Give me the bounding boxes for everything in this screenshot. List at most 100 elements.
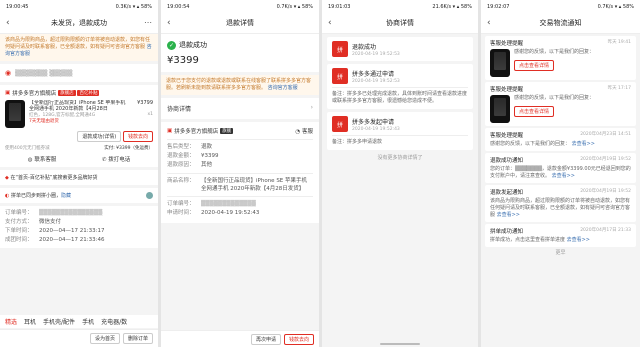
more-icon[interactable]: ⋯	[144, 18, 152, 27]
notification-card[interactable]: 退款发起通知 2020年04月19日 19:52 该商品为限购商品，超过限购限额的…	[485, 185, 636, 222]
info-value: 其他	[201, 162, 213, 168]
refund-status: 退款成功	[179, 41, 207, 49]
notification-time: 2020年04月23日 14:51	[580, 132, 631, 137]
notice-link[interactable]: 咨询官方客服	[268, 85, 298, 91]
notification-desc: 感谢您的反馈，以下是我们的回复：	[490, 141, 571, 147]
phone-icon: ✆	[101, 157, 107, 163]
refund-detail-button[interactable]: 退款成功(详情)	[77, 131, 122, 142]
view-detail-button[interactable]: 点击查看详情	[514, 60, 555, 71]
hide-link[interactable]: 隐藏	[61, 193, 71, 199]
order-time-label: 下单时间：	[5, 228, 33, 234]
category-tab[interactable]: 手机壳/配件	[43, 317, 75, 326]
notification-card[interactable]: 客服处理提醒 昨天 19:41 感谢您的反馈，以下是我们的回复： 点击查看详情	[485, 36, 636, 80]
back-icon[interactable]: ‹	[167, 18, 171, 28]
shop-icon: ▣	[167, 128, 173, 134]
order-actions: 设为首页 删除订单	[0, 329, 158, 347]
goods-label: 商品名称：	[167, 178, 195, 184]
item-note: 备注：拼多多申请退款	[332, 139, 383, 145]
item-title: 拼多多发起申请	[352, 118, 395, 126]
item-title: 退款成功	[352, 43, 377, 51]
view-link[interactable]: 去查看>>	[497, 212, 520, 218]
pdd-logo: 拼	[332, 116, 348, 132]
more-text: 更早	[555, 250, 566, 256]
contact-service-button[interactable]: ◍ 联系客服	[28, 155, 57, 163]
item-time: 2020-04-19 19:52:53	[352, 78, 400, 84]
product-title[interactable]: 【全新国行正品现货】iPhone SE 苹果手机 全网通手机 2020年新款【4…	[29, 100, 129, 112]
call-button[interactable]: ✆ 拨打电话	[102, 155, 130, 163]
call-label: 拨打电话	[108, 157, 131, 163]
notification-card[interactable]: 客服处理提醒 昨天 17:17 感谢您的反馈，以下是我们的回复： 点击查看详情	[485, 82, 636, 126]
delete-order-button[interactable]: 删除订单	[122, 333, 153, 344]
back-icon[interactable]: ‹	[6, 18, 10, 28]
shop-tag: 旗舰	[220, 128, 234, 134]
contact-label: 联系客服	[34, 157, 57, 163]
service-button[interactable]: ◔ 客服	[295, 127, 313, 135]
negotiation-row[interactable]: 协商详情 ›	[161, 98, 319, 119]
category-tab[interactable]: 充电器/数	[101, 317, 127, 326]
product-thumbnail[interactable]	[5, 100, 25, 128]
notification-desc: 感谢您的反馈，以下是我们的回复：	[514, 95, 595, 101]
product-price: ¥3799	[137, 100, 153, 106]
category-tab[interactable]: 精选	[5, 317, 17, 326]
goods-value: 【全新国行正品现货】iPhone SE 苹果手机 全网通手机 2020年新款【4…	[201, 178, 308, 192]
view-link[interactable]: 去查看>>	[552, 173, 575, 179]
back-icon[interactable]: ‹	[328, 18, 332, 28]
status-time: 19:00:54	[167, 3, 190, 10]
info-label: 退款原因：	[167, 162, 195, 168]
reapply-button[interactable]: 再次申请	[250, 333, 281, 345]
view-detail-button[interactable]: 点击查看详情	[514, 106, 555, 117]
pdd-logo: 拼	[332, 68, 348, 84]
refund-amount: ¥3399	[167, 55, 199, 66]
negotiation-item: 拼退款成功 2020-04-19 19:52:53	[327, 37, 473, 61]
view-link[interactable]: 去查看>>	[567, 237, 590, 243]
paid-amount: 实付: ¥3399（免运费）	[104, 146, 153, 151]
negotiation-item: 拼拼多多发起申请 2020-04-19 19:52:43 备注：拼多多申请退款	[327, 112, 473, 150]
category-tab[interactable]: 手机	[82, 317, 94, 326]
notification-card[interactable]: 客服处理提醒 2020年04月23日 14:51 感谢您的反馈，以下是我们的回复：…	[485, 128, 636, 151]
notification-title: 客服处理提醒	[490, 41, 524, 47]
status-bar: 19:00:45 0.3K/s ▾ ▴ 58%	[0, 0, 158, 13]
back-icon[interactable]: ‹	[487, 18, 491, 28]
notification-title: 退款发起通知	[490, 190, 524, 196]
discount-text: 使用400元无门槛券减	[5, 146, 50, 151]
notification-time: 昨天 17:17	[607, 86, 631, 91]
status-indicators: 0.7K/s ▾ ▴ 58%	[276, 3, 313, 10]
category-tab[interactable]: 耳机	[24, 317, 36, 326]
shop-name[interactable]: 拼多多官方旗舰店	[174, 127, 218, 135]
headset-icon: ◔	[295, 129, 301, 135]
set-home-button[interactable]: 设为首页	[89, 333, 120, 344]
apply-time-label: 申请时间：	[167, 210, 195, 216]
money-flow-button[interactable]: 钱款去向	[122, 131, 153, 142]
notification-card[interactable]: 退款成功通知 2020年04月19日 19:52 您的订单：▒▒▒▒▒▒▒，退款金…	[485, 153, 636, 183]
order-no-label: 订单编号：	[5, 210, 33, 216]
promo-icon: ◆	[5, 175, 9, 181]
shop-name[interactable]: 拼多多官方旗舰店	[12, 89, 56, 97]
nav-bar: ‹ 未发货，退款成功 ⋯	[0, 13, 158, 34]
notification-card[interactable]: 拼单成功通知 2020年04月17日 21:33 拼单成功，点击这里查看拼单进度 …	[485, 224, 636, 247]
order-info: 订单编号： ▒▒▒▒▒▒▒▒▒▒▒▒▒▒▒ 支付方式： 微信支付 下单时间： 2020…	[0, 206, 158, 248]
product-qty: x1	[147, 112, 153, 117]
negotiation-panel: 19:01:03 21.6K/s ▾ ▴ 58% ‹ 协商详情 拼退款成功 2020…	[322, 0, 478, 347]
page-title: 协商详情	[386, 19, 414, 27]
return-badge: 7天无理由退货	[29, 119, 59, 124]
status-bar: 19:02:07 0.7K/s ▾ ▴ 58%	[481, 0, 640, 13]
nav-bar: ‹ 交易物流通知	[481, 13, 640, 34]
friends-card: ◐ 拼单已同步到拼小圈，隐藏	[0, 188, 158, 203]
notification-desc: 感谢您的反馈，以下是我们的回复：	[514, 49, 595, 55]
status-bar: 19:00:54 0.7K/s ▾ ▴ 58%	[161, 0, 319, 13]
info-label: 售后类型：	[167, 144, 195, 150]
item-note: 备注：拼多多已处理完成退款，具体到账时间请查看退款进度或联系拼多多官方客服，很遗…	[332, 91, 468, 104]
info-label: 退款金额：	[167, 153, 195, 159]
group-time-label: 成团时间：	[5, 237, 33, 243]
nav-bar: ‹ 协商详情	[322, 13, 478, 34]
view-link[interactable]: 去查看>>	[572, 141, 595, 147]
category-bar: 精选 耳机 手机壳/配件 手机 充电器/数	[0, 315, 158, 328]
promo-card[interactable]: ◆ 在“首页-百亿补贴”底搜索更多品牌好货	[0, 170, 158, 185]
money-flow-button[interactable]: 钱款去向	[283, 333, 314, 345]
negotiation-label: 协商详情	[167, 106, 192, 113]
notification-title: 客服处理提醒	[490, 133, 524, 139]
notification-time: 2020年04月19日 19:52	[580, 189, 631, 194]
address-card[interactable]: ◉ ▒▒▒▒▒▒▒ ▒▒▒▒▒	[0, 64, 158, 82]
pay-label: 支付方式：	[5, 219, 33, 225]
check-icon: ✓	[167, 40, 176, 50]
